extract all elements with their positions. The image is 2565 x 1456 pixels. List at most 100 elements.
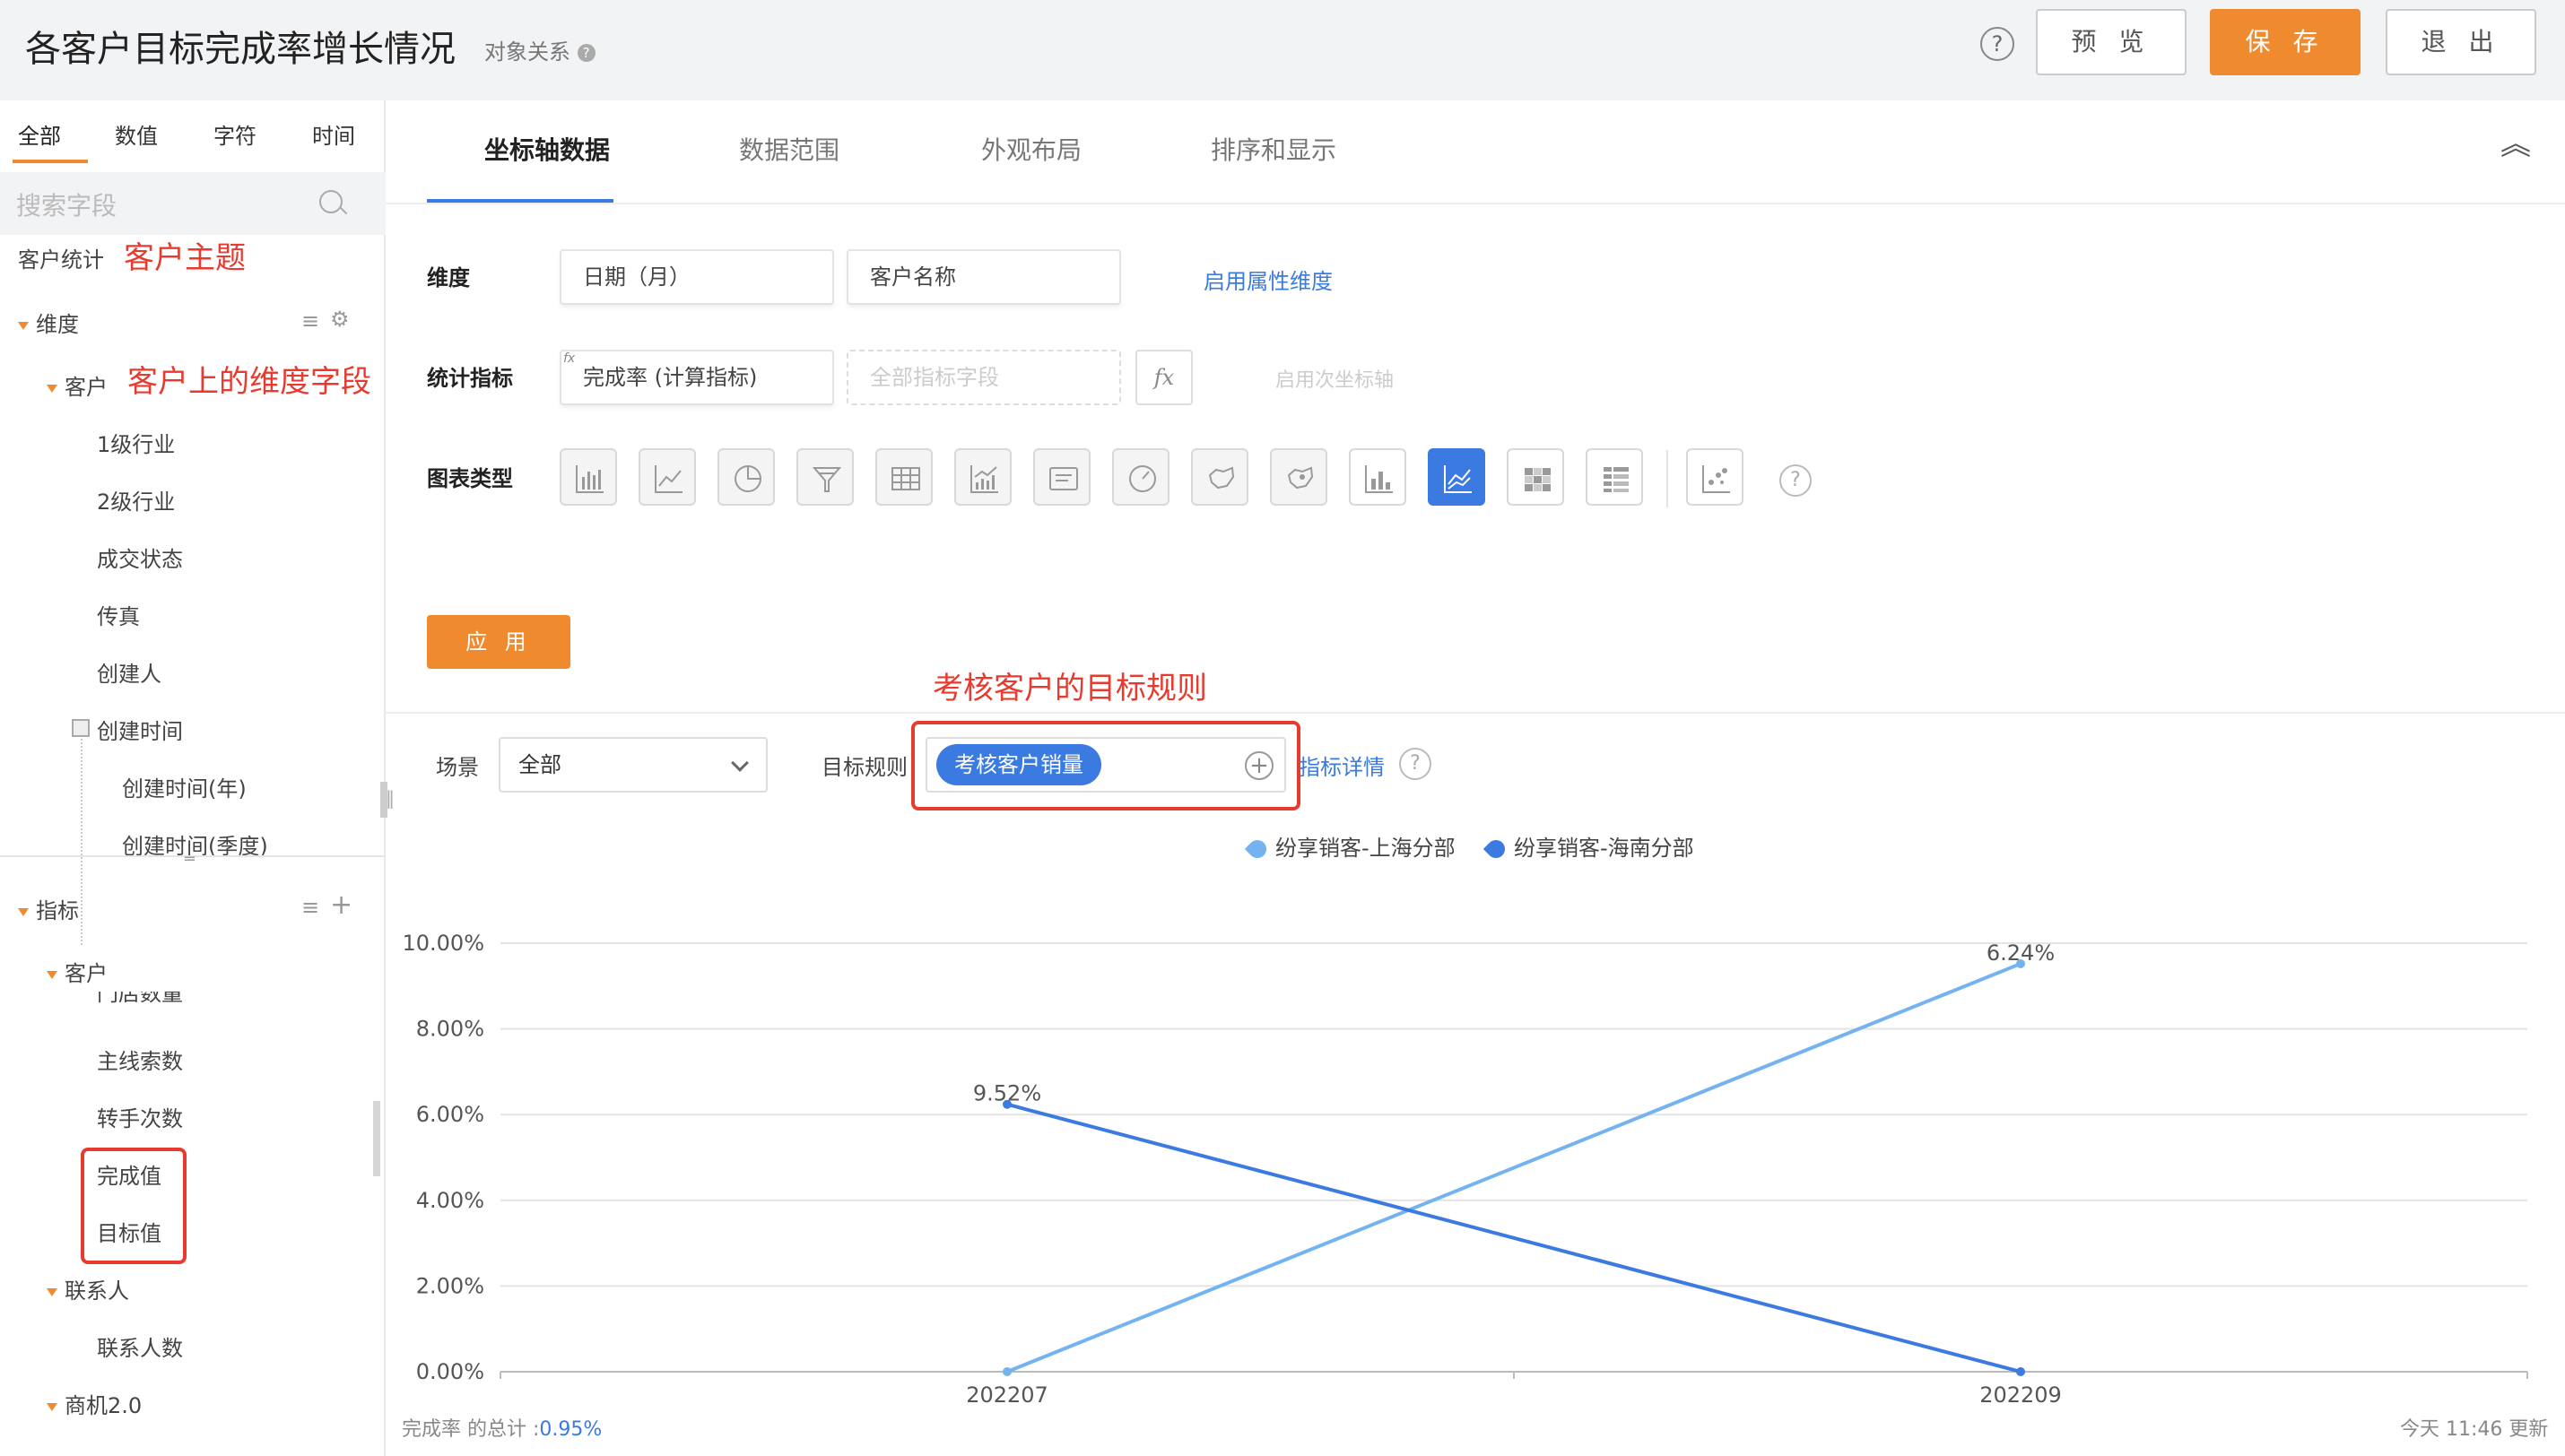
save-button[interactable]: 保 存 xyxy=(2210,9,2361,75)
field-search[interactable]: 搜索字段 xyxy=(0,172,386,235)
dimension-field[interactable]: 1级行业 xyxy=(97,427,175,458)
exit-button[interactable]: 退 出 xyxy=(2386,9,2536,75)
help-icon[interactable]: ? xyxy=(1980,27,2014,61)
line-chart: 0.00% 2.00% 4.00% 6.00% 8.00% 10.00% 202207 202… xyxy=(402,931,2528,1408)
metric-pill[interactable]: 完成率 (计算指标) xyxy=(560,350,834,405)
metric-field[interactable]: 主线索数 xyxy=(97,1044,183,1075)
sidebar-tab-number[interactable]: 数值 xyxy=(115,118,158,150)
data-label: 6.24% xyxy=(1987,940,2055,966)
chart-type-multi-line[interactable] xyxy=(1428,448,1485,506)
apply-button[interactable]: 应 用 xyxy=(427,615,570,669)
tab-sort-display[interactable]: 排序和显示 xyxy=(1211,131,1336,167)
chart-type-gauge[interactable] xyxy=(1112,448,1169,506)
opportunity-entity[interactable]: 商机2.0 xyxy=(47,1388,142,1419)
dimension-field[interactable]: 传真 xyxy=(97,599,140,630)
pivot-table-icon xyxy=(1604,467,1629,492)
multi-line-chart-icon xyxy=(1444,465,1472,493)
x-tick-label: 202207 xyxy=(966,1382,1048,1408)
chart-type-funnel[interactable] xyxy=(796,448,854,506)
funnel-icon xyxy=(812,467,842,492)
detail-help-icon[interactable]: ? xyxy=(1399,748,1431,780)
chart-type-line[interactable] xyxy=(639,448,696,506)
rule-label: 目标规则 xyxy=(822,755,908,780)
search-icon[interactable] xyxy=(319,190,343,213)
chart-type-divider xyxy=(1666,450,1668,507)
y-tick-label: 10.00% xyxy=(402,931,484,956)
chart-type-table[interactable] xyxy=(875,448,933,506)
sort-icon[interactable]: ≡ xyxy=(301,895,319,920)
contact-entity[interactable]: 联系人 xyxy=(47,1273,129,1304)
plus-icon[interactable]: + xyxy=(330,889,352,921)
chart-type-label: 图表类型 xyxy=(427,466,513,491)
pie-chart-icon xyxy=(735,465,761,492)
metric-field[interactable]: 转手次数 xyxy=(97,1101,183,1132)
dimension-pill-date[interactable]: 日期（月） xyxy=(560,249,834,305)
caret-down-icon xyxy=(47,384,57,393)
collapse-up-icon[interactable]: ︽ xyxy=(2500,129,2531,160)
card-icon xyxy=(1049,467,1078,490)
metric-field-partial: 门店数量 xyxy=(97,992,183,1004)
dimension-field[interactable]: 创建时间(年) xyxy=(122,771,247,802)
tab-data-range[interactable]: 数据范围 xyxy=(739,131,839,167)
metric-label: 统计指标 xyxy=(427,366,513,391)
tab-appearance[interactable]: 外观布局 xyxy=(981,131,1082,167)
chart-type-map[interactable] xyxy=(1191,448,1248,506)
object-relation-link[interactable]: 对象关系 ? xyxy=(484,34,596,65)
formula-button[interactable]: fx xyxy=(1135,350,1193,405)
caret-down-icon xyxy=(18,907,29,916)
dimension-field[interactable]: 创建时间 xyxy=(97,714,183,745)
sort-icon[interactable]: ≡ xyxy=(301,308,319,334)
total-value: 0.95% xyxy=(539,1418,603,1441)
metric-detail-link[interactable]: 指标详情 xyxy=(1299,750,1385,781)
scrollbar-thumb[interactable] xyxy=(373,1101,380,1176)
pane-toggle-icon[interactable]: ‖ xyxy=(386,787,396,814)
dimension-entity-customer[interactable]: 客户 xyxy=(47,369,108,401)
preview-button[interactable]: 预 览 xyxy=(2036,9,2187,75)
metric-drop-zone[interactable]: 全部指标字段 xyxy=(847,350,1121,405)
bar-chart-icon xyxy=(576,465,604,493)
dimension-group[interactable]: 维度 xyxy=(18,307,79,338)
gear-icon[interactable]: ⚙ xyxy=(330,307,350,332)
dimension-field[interactable]: 2级行业 xyxy=(97,484,175,516)
contact-field[interactable]: 联系人数 xyxy=(97,1330,183,1362)
secondary-axis-toggle[interactable]: 启用次坐标轴 xyxy=(1275,364,1394,393)
chart-type-geo-map[interactable] xyxy=(1270,448,1327,506)
scatter-icon xyxy=(1702,465,1730,493)
dimension-annotation: 客户上的维度字段 xyxy=(127,364,371,400)
dimension-field[interactable]: 创建人 xyxy=(97,656,161,688)
geo-map-icon xyxy=(1287,466,1314,490)
section-divider xyxy=(386,712,2565,714)
tab-axis-data[interactable]: 坐标轴数据 xyxy=(484,131,610,167)
dimension-pill-customer[interactable]: 客户名称 xyxy=(847,249,1121,305)
stacked-bar-icon xyxy=(1365,465,1393,493)
page-header: 各客户目标完成率增长情况 对象关系 ? ? 预 览 保 存 退 出 xyxy=(0,0,2565,100)
chart-type-bar[interactable] xyxy=(560,448,617,506)
sidebar-tab-all[interactable]: 全部 xyxy=(18,118,61,150)
chart-type-card[interactable] xyxy=(1033,448,1091,506)
scene-select[interactable]: 全部 xyxy=(499,737,768,793)
metric-group[interactable]: 指标 xyxy=(18,893,79,924)
chart-type-heatmap[interactable] xyxy=(1507,448,1564,506)
dimension-field[interactable]: 成交状态 xyxy=(97,542,183,573)
y-tick-label: 0.00% xyxy=(416,1359,484,1384)
legend-item-shanghai[interactable]: 纷享销客-上海分部 xyxy=(1244,830,1456,862)
chart-type-stacked[interactable] xyxy=(1349,448,1406,506)
chart-type-pie[interactable] xyxy=(717,448,775,506)
chart-type-help-icon[interactable]: ? xyxy=(1779,464,1812,497)
field-sidebar: 全部 数值 字符 时间 搜索字段 客户统计 客户主题 维度 ≡ ⚙ 客户 客户上… xyxy=(0,100,387,1456)
legend-item-hainan[interactable]: 纷享销客-海南分部 xyxy=(1482,830,1694,862)
metric-entity-customer[interactable]: 客户 xyxy=(47,956,108,987)
drag-handle-icon[interactable]: ═ xyxy=(185,850,195,869)
dimension-label: 维度 xyxy=(427,265,470,290)
enable-attr-dimension-link[interactable]: 启用属性维度 xyxy=(1204,264,1333,295)
sidebar-tab-string[interactable]: 字符 xyxy=(213,118,256,150)
rule-highlight-box xyxy=(911,721,1300,810)
search-input[interactable]: 搜索字段 xyxy=(16,186,117,222)
chart-type-scatter[interactable] xyxy=(1686,448,1743,506)
sidebar-tab-time[interactable]: 时间 xyxy=(312,118,355,150)
heatmap-icon xyxy=(1525,468,1551,491)
chart-type-combo[interactable] xyxy=(954,448,1012,506)
page-title: 各客户目标完成率增长情况 xyxy=(25,29,456,70)
collapse-icon[interactable] xyxy=(72,719,90,737)
chart-type-pivot[interactable] xyxy=(1586,448,1643,506)
